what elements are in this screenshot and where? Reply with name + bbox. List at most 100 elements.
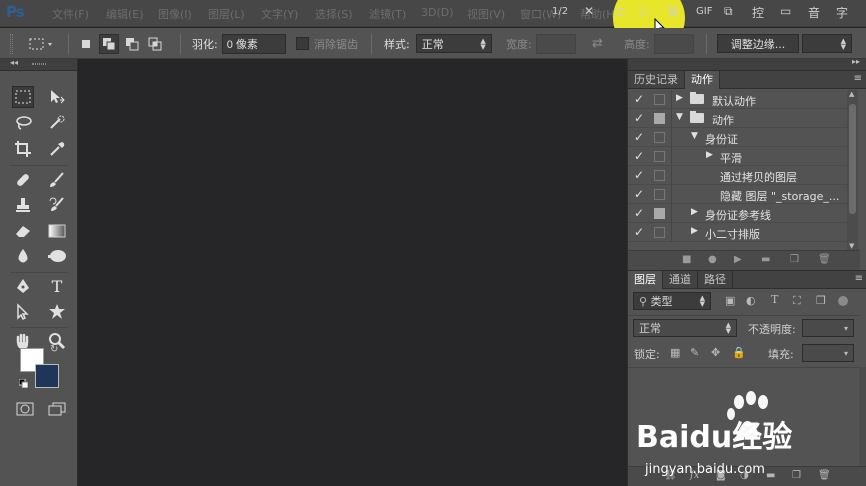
panel-menu-icon[interactable]: ≡ (854, 73, 862, 84)
filter-pixel-icon[interactable]: ▣ (725, 294, 735, 307)
layers-menu-icon[interactable]: ≡ (855, 273, 863, 284)
menu-type[interactable]: 文字(Y) (261, 6, 298, 22)
document-canvas-area[interactable] (79, 59, 627, 486)
toggle-item-checkmark-icon[interactable]: ✓ (634, 149, 644, 163)
toggle-dialog-box[interactable] (654, 113, 665, 124)
new-group-icon[interactable]: ▬ (766, 470, 775, 481)
delete-action-icon[interactable]: 🗑 (818, 254, 831, 265)
square-icon[interactable]: ▫ (640, 4, 648, 18)
toggle-item-checkmark-icon[interactable]: ✓ (634, 225, 644, 239)
gradient-tool[interactable] (46, 220, 68, 242)
filter-type-icon[interactable]: T (771, 293, 778, 306)
menu-filter[interactable]: 滤镜(T) (369, 6, 406, 22)
toggle-dialog-box[interactable] (654, 132, 665, 143)
toggle-dialog-box[interactable] (654, 151, 665, 162)
expand-triangle-icon[interactable]: ▶ (676, 93, 683, 103)
toggle-dialog-box[interactable] (654, 189, 665, 200)
tool-preset-picker[interactable] (28, 28, 54, 59)
fill-input[interactable]: ▾ (802, 344, 854, 362)
control-button[interactable]: 控 (752, 4, 764, 21)
add-to-selection-button[interactable] (99, 33, 119, 54)
windows-icon[interactable]: ⧉ (724, 4, 733, 19)
move-tool[interactable] (46, 86, 68, 108)
swap-colors-icon[interactable]: ↻ (50, 344, 58, 355)
lock-image-icon[interactable]: ✎ (690, 346, 699, 359)
crop-icon[interactable]: ⊏ (616, 4, 626, 18)
action-row[interactable]: ✓ ▶ 身份证参考线 (628, 204, 847, 223)
menu-3d[interactable]: 3D(D) (421, 6, 454, 19)
custom-shape-tool[interactable] (46, 301, 68, 323)
toggle-item-checkmark-icon[interactable]: ✓ (634, 111, 644, 125)
filter-toggle[interactable] (838, 296, 848, 306)
gif-button[interactable]: GIF (696, 6, 712, 17)
new-set-icon[interactable]: ▬ (761, 254, 770, 265)
toggle-dialog-box[interactable] (654, 208, 665, 219)
collapse-triangle-icon[interactable]: ▼ (676, 112, 683, 122)
layer-filter-select[interactable]: ⚲ 类型 ▲ ▼ (633, 292, 711, 310)
action-row[interactable]: ✓ 通过拷贝的图层 (628, 166, 847, 185)
expand-icon[interactable]: ▸▸ (852, 57, 860, 66)
layers-scrollbar[interactable] (859, 367, 866, 468)
add-mask-icon[interactable]: ◙ (716, 470, 726, 481)
record-icon[interactable]: ● (708, 254, 717, 265)
scroll-down-icon[interactable]: ▼ (849, 242, 854, 250)
new-layer-icon[interactable]: ❐ (792, 470, 801, 481)
opacity-input[interactable]: ▾ (802, 319, 854, 337)
play-icon[interactable]: ▶ (734, 254, 742, 265)
filter-shape-icon[interactable]: ⛶ (793, 294, 801, 308)
toggle-item-checkmark-icon[interactable]: ✓ (634, 92, 644, 106)
scroll-up-icon[interactable]: ▲ (849, 90, 854, 98)
toggle-item-checkmark-icon[interactable]: ✓ (634, 130, 644, 144)
toolbar-grip[interactable] (32, 63, 46, 65)
options-grip[interactable] (10, 34, 13, 54)
crop-tool[interactable] (12, 138, 34, 160)
close-icon[interactable]: ✕ (584, 4, 594, 18)
menu-layer[interactable]: 图层(L) (208, 6, 245, 22)
frame-icon[interactable]: ⊠ (668, 4, 678, 18)
action-row[interactable]: ✓ ▶ 平滑 (628, 147, 847, 166)
tab-actions[interactable]: 动作 (685, 71, 720, 89)
stop-icon[interactable]: ■ (682, 254, 691, 265)
tab-channels[interactable]: 通道 (663, 271, 698, 289)
subtitle-button[interactable]: 字 (836, 4, 848, 21)
menu-image[interactable]: 图像(I) (158, 6, 192, 22)
adjustment-layer-icon[interactable]: ◑ (740, 470, 749, 481)
expand-triangle-icon[interactable]: ▶ (706, 150, 713, 160)
toggle-dialog-box[interactable] (654, 170, 665, 181)
lock-position-icon[interactable]: ✥ (711, 346, 720, 359)
action-row[interactable]: ✓ ▶ 小二寸排版 (628, 223, 847, 242)
actions-scrollbar[interactable]: ▲ ▼ (847, 90, 858, 250)
action-row[interactable]: ✓ ▼ 动作 (628, 109, 847, 128)
screen-icon[interactable]: ▭ (780, 4, 791, 18)
path-selection-tool[interactable] (12, 301, 34, 323)
lasso-tool[interactable] (12, 112, 34, 134)
lock-transparent-icon[interactable]: ▦ (670, 346, 680, 359)
feather-input[interactable] (221, 33, 286, 54)
dodge-tool[interactable] (46, 245, 68, 267)
action-row[interactable]: ✓ ▼ 身份证 (628, 128, 847, 147)
collapse-triangle-icon[interactable]: ▼ (691, 131, 698, 141)
toggle-item-checkmark-icon[interactable]: ✓ (634, 206, 644, 220)
refine-edge-button[interactable]: 调整边缘... (717, 34, 799, 53)
eraser-tool[interactable] (12, 220, 34, 242)
subtract-selection-button[interactable] (122, 34, 142, 54)
history-brush-tool[interactable] (46, 194, 68, 216)
antialias-checkbox[interactable] (296, 37, 309, 50)
screen-mode-button[interactable] (46, 398, 68, 420)
tab-paths[interactable]: 路径 (698, 271, 733, 289)
background-color-swatch[interactable] (35, 364, 59, 388)
delete-layer-icon[interactable]: 🗑 (818, 470, 831, 481)
scroll-thumb[interactable] (849, 104, 856, 214)
menu-select[interactable]: 选择(S) (315, 6, 353, 22)
action-row[interactable]: ✓ 隐藏 图层 "_storage_... (628, 185, 847, 204)
lock-all-icon[interactable]: 🔒 (732, 346, 746, 359)
tab-layers[interactable]: 图层 (628, 271, 663, 289)
clone-stamp-tool[interactable] (12, 194, 34, 216)
healing-brush-tool[interactable] (12, 169, 34, 191)
intersect-selection-button[interactable] (145, 34, 165, 54)
audio-button[interactable]: 音 (808, 4, 820, 21)
toggle-dialog-box[interactable] (654, 227, 665, 238)
expand-triangle-icon[interactable]: ▶ (691, 207, 698, 217)
new-action-icon[interactable]: ❐ (790, 254, 799, 265)
menu-file[interactable]: 文件(F) (52, 6, 89, 22)
